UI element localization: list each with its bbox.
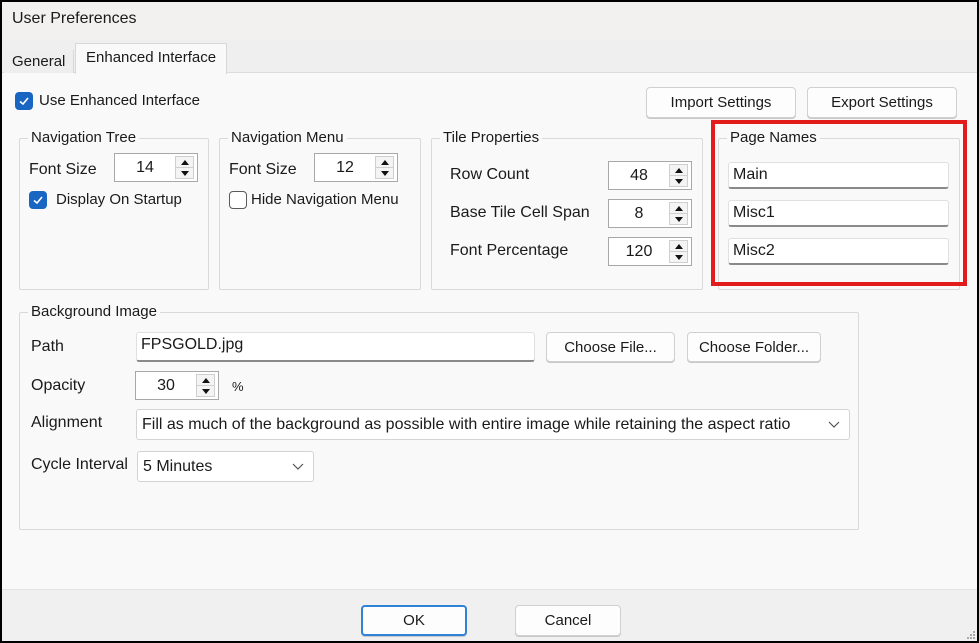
nav-tree-font-size-spinner[interactable]: 14 [114,153,198,182]
nav-menu-font-size-spinner[interactable]: 12 [314,153,398,182]
cycle-interval-value: 5 Minutes [143,458,213,475]
import-settings-button[interactable]: Import Settings [646,87,796,118]
opacity-unit: % [232,379,244,394]
hide-navigation-menu-label: Hide Navigation Menu [251,191,399,208]
alignment-dropdown[interactable]: Fill as much of the background as possib… [136,409,850,440]
base-tile-cell-span-value[interactable]: 8 [609,205,669,223]
cancel-button[interactable]: Cancel [515,605,621,636]
navigation-menu-title: Navigation Menu [228,129,347,146]
dialog-footer: OK Cancel [2,589,977,641]
chevron-down-icon [292,463,304,470]
font-percentage-spinner[interactable]: 120 [608,237,692,266]
row-count-spinner[interactable]: 48 [608,161,692,190]
spin-up-icon[interactable] [670,165,687,175]
choose-folder-button[interactable]: Choose Folder... [687,332,821,362]
row-count-label: Row Count [450,166,530,183]
choose-file-button[interactable]: Choose File... [546,332,675,362]
spin-down-icon[interactable] [670,175,687,186]
background-image-title: Background Image [28,303,160,320]
nav-tree-font-size-value[interactable]: 14 [115,159,175,177]
spin-up-icon[interactable] [176,157,193,167]
page-names-highlight-box [711,120,967,286]
resize-grip-icon[interactable] [966,630,976,640]
navigation-tree-title: Navigation Tree [28,129,140,146]
use-enhanced-interface-label: Use Enhanced Interface [39,92,200,109]
export-settings-button[interactable]: Export Settings [807,87,957,118]
tab-enhanced-interface[interactable]: Enhanced Interface [75,43,228,74]
checkmark-icon [19,97,29,106]
tab-strip: General Enhanced Interface [2,40,977,74]
path-field[interactable]: FPSGOLD.jpg [136,332,535,362]
tab-general[interactable]: General [4,50,75,73]
use-enhanced-interface-checkbox[interactable] [15,92,33,110]
spin-down-icon[interactable] [670,213,687,224]
display-on-startup-checkbox[interactable] [29,191,47,209]
spin-down-icon[interactable] [176,167,193,178]
checkmark-icon [33,196,43,205]
base-tile-cell-span-label: Base Tile Cell Span [450,204,590,221]
title-bar: User Preferences [2,2,977,40]
spin-down-icon[interactable] [670,251,687,262]
cycle-interval-dropdown[interactable]: 5 Minutes [137,451,314,482]
display-on-startup-label: Display On Startup [56,191,182,208]
chevron-down-icon [828,421,840,428]
ok-button[interactable]: OK [361,605,467,636]
spin-up-icon[interactable] [376,157,393,167]
spin-up-icon[interactable] [670,241,687,251]
nav-menu-font-size-label: Font Size [229,161,297,178]
nav-menu-font-size-value[interactable]: 12 [315,159,375,177]
font-percentage-value[interactable]: 120 [609,243,669,261]
spin-up-icon[interactable] [197,375,214,385]
alignment-label: Alignment [31,414,103,431]
spin-down-icon[interactable] [197,385,214,396]
hide-navigation-menu-checkbox[interactable] [229,191,247,209]
spin-up-icon[interactable] [670,203,687,213]
spin-down-icon[interactable] [376,167,393,178]
path-label: Path [31,338,64,355]
row-count-value[interactable]: 48 [609,167,669,185]
opacity-spinner[interactable]: 30 [135,371,219,400]
tile-properties-title: Tile Properties [440,129,543,146]
base-tile-cell-span-spinner[interactable]: 8 [608,199,692,228]
font-percentage-label: Font Percentage [450,242,569,259]
opacity-label: Opacity [31,377,86,394]
cycle-interval-label: Cycle Interval [31,456,128,473]
user-preferences-dialog: User Preferences General Enhanced Interf… [2,2,977,641]
nav-tree-font-size-label: Font Size [29,161,97,178]
window-title: User Preferences [12,10,137,27]
alignment-value: Fill as much of the background as possib… [142,416,791,433]
opacity-value[interactable]: 30 [136,377,196,395]
